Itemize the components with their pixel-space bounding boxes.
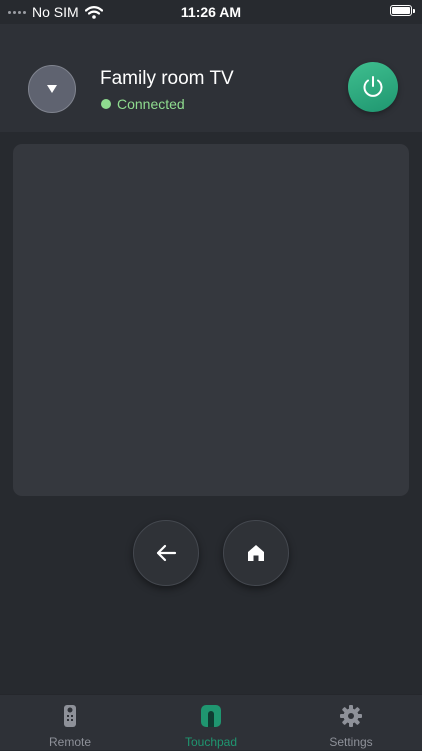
tab-label-touchpad: Touchpad (184, 735, 238, 749)
tab-remote[interactable]: Remote (0, 695, 140, 751)
connection-status: Connected (101, 96, 185, 112)
device-name: Family room TV (100, 68, 234, 89)
tab-touchpad[interactable]: Touchpad (141, 695, 281, 751)
power-icon (363, 76, 383, 97)
back-button[interactable] (133, 520, 199, 586)
status-dot-icon (101, 99, 111, 109)
caret-down-icon (47, 85, 57, 93)
tab-bar: Remote Touchpad Settings (0, 694, 422, 750)
tab-settings[interactable]: Settings (281, 695, 421, 751)
home-icon (248, 545, 264, 561)
device-select-button[interactable] (28, 65, 76, 113)
home-button[interactable] (223, 520, 289, 586)
clock: 11:26 AM (180, 4, 242, 20)
connection-status-label: Connected (117, 96, 185, 112)
arrow-left-icon (156, 544, 177, 562)
tab-label-remote: Remote (48, 735, 92, 749)
status-bar: No SIM 11:26 AM (0, 0, 422, 24)
gear-icon (340, 705, 362, 727)
device-header: Family room TV Connected (0, 24, 422, 132)
touchpad-icon (201, 705, 221, 727)
remote-icon (64, 705, 76, 727)
touchpad-area[interactable] (13, 144, 409, 496)
tab-label-settings: Settings (329, 735, 373, 749)
battery-icon (390, 5, 415, 16)
power-button[interactable] (348, 62, 398, 112)
